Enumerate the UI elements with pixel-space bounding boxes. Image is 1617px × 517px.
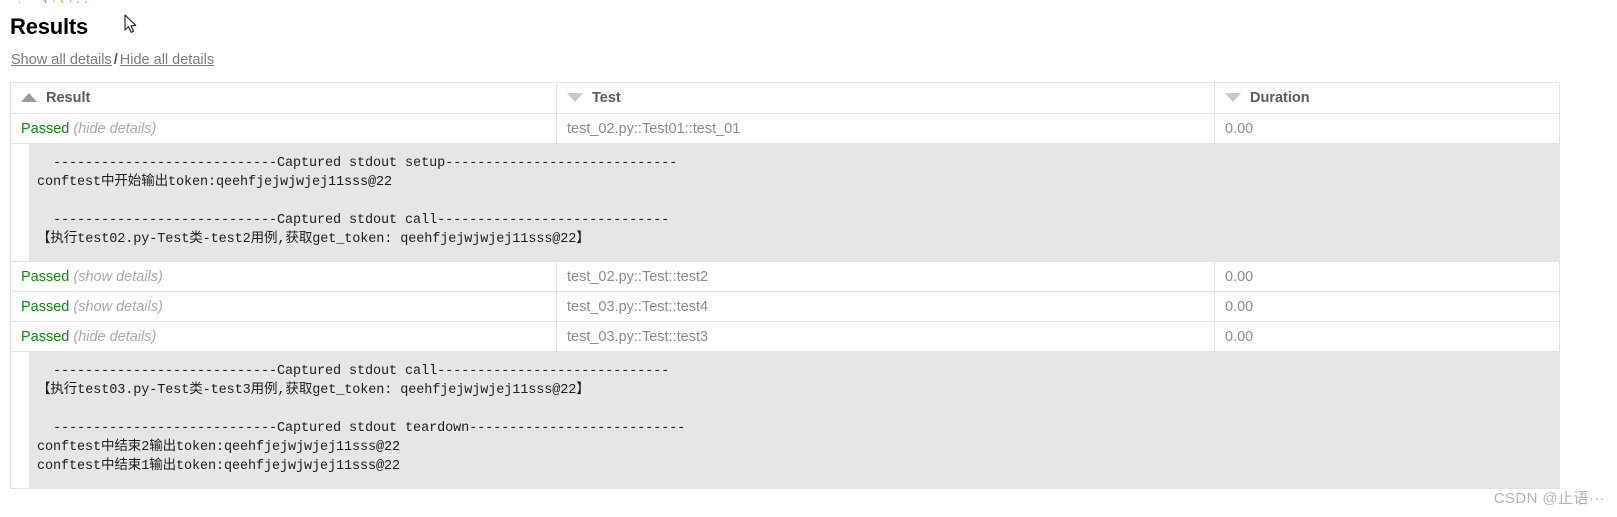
cell-duration: 0.00 [1214, 321, 1560, 352]
cell-result: Passed (show details) [10, 291, 557, 322]
column-header-duration-label: Duration [1250, 90, 1310, 106]
hide-all-details-link[interactable]: Hide all details [120, 52, 214, 68]
toggle-details-link[interactable]: (hide details) [69, 121, 156, 137]
triangle-up-icon [21, 92, 37, 102]
log-row: ----------------------------Captured std… [10, 351, 1560, 489]
cutoff-text-fragment: p [25, 0, 33, 3]
triangle-down-icon [1225, 92, 1241, 102]
status-badge: Passed [21, 298, 70, 315]
table-row: Passed (show details) test_02.py::Test::te… [10, 261, 1560, 292]
table-row: Passed (hide details) test_03.py::Test::te… [10, 321, 1560, 352]
column-header-test[interactable]: Test [556, 82, 1215, 114]
status-badge: Passed [21, 268, 70, 285]
table-header-row: Result Test Duration [10, 82, 1560, 114]
cutoff-text-fragment: t [75, 0, 83, 3]
log-row: ----------------------------Captured std… [10, 143, 1560, 262]
watermark: CSDN @止语··· [1493, 490, 1605, 507]
toggle-details-link[interactable]: (show details) [69, 269, 162, 285]
details-controls: Show all details / Hide all details [10, 40, 1617, 68]
cutoff-text-fragment: i [50, 0, 58, 3]
toggle-details-link[interactable]: (hide details) [69, 329, 156, 345]
cutoff-text-fragment: l [58, 0, 66, 3]
column-header-result-label: Result [46, 90, 91, 106]
cutoff-text-fragment: p [0, 0, 8, 3]
cutoff-text-fragment: i [67, 0, 75, 3]
cutoff-text-fragment: : [8, 0, 16, 3]
cell-result: Passed (show details) [10, 261, 557, 292]
details-links-separator: / [113, 52, 118, 68]
cutoff-text-fragment: , [33, 0, 41, 3]
column-header-test-label: Test [592, 90, 621, 106]
table-row: Passed (show details) test_03.py::Test::te… [10, 291, 1560, 322]
triangle-down-icon [567, 92, 583, 102]
cutoff-text-fragment: t [83, 0, 91, 3]
column-header-duration[interactable]: Duration [1214, 82, 1560, 114]
cell-test: test_03.py::Test::test3 [556, 321, 1215, 352]
cell-test: test_02.py::Test::test2 [556, 261, 1215, 292]
show-all-details-link[interactable]: Show all details [11, 52, 112, 68]
status-badge: Passed [21, 120, 70, 137]
results-table-body: Passed (hide details) test_02.py::Test01::… [10, 113, 1560, 489]
table-row: Passed (hide details) test_02.py::Test01::… [10, 113, 1560, 144]
cell-test: test_02.py::Test01::test_01 [556, 113, 1215, 144]
cell-test: test_03.py::Test::test4 [556, 291, 1215, 322]
cell-duration: 0.00 [1214, 261, 1560, 292]
cutoff-text-fragment: t [17, 0, 25, 3]
results-page: Results Show all details / Hide all detail… [0, 0, 1617, 489]
log-cell: ----------------------------Captured std… [10, 351, 1560, 489]
page-title: Results [10, 14, 89, 39]
captured-stdout-panel: ----------------------------Captured std… [29, 352, 1559, 488]
cell-result: Passed (hide details) [10, 113, 557, 144]
captured-stdout-text: ----------------------------Captured std… [29, 352, 1559, 488]
status-badge: Passed [21, 328, 70, 345]
cutoff-text-sliver: p : tp , l i l i t t [0, 0, 1617, 3]
cell-result: Passed (hide details) [10, 321, 557, 352]
cell-duration: 0.00 [1214, 291, 1560, 322]
captured-stdout-text: ----------------------------Captured std… [29, 144, 1559, 261]
cell-duration: 0.00 [1214, 113, 1560, 144]
toggle-details-link[interactable]: (show details) [69, 299, 162, 315]
results-table: Result Test Duration Passed (hide details… [10, 82, 1560, 489]
captured-stdout-panel: ----------------------------Captured std… [29, 144, 1559, 261]
column-header-result[interactable]: Result [10, 82, 557, 114]
log-cell: ----------------------------Captured std… [10, 143, 1560, 262]
cutoff-text-fragment: l [42, 0, 50, 3]
